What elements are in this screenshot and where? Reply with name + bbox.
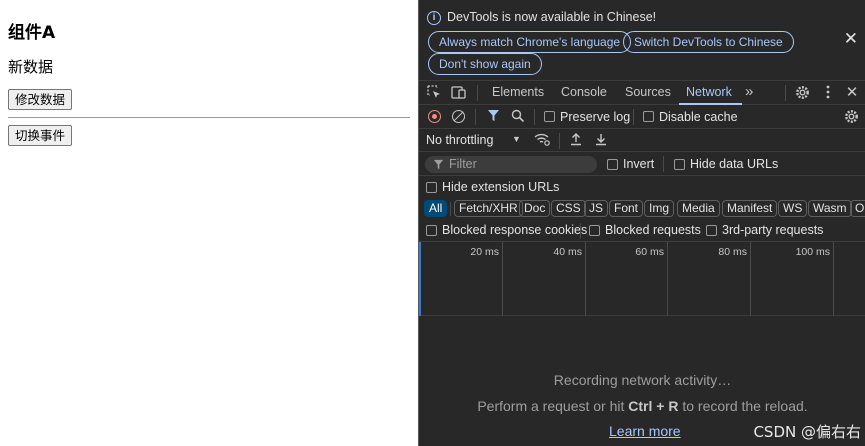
tab-sources[interactable]: Sources (625, 85, 671, 99)
timeline-label: 80 ms (718, 246, 747, 258)
record-icon[interactable] (428, 110, 441, 123)
learn-more-link[interactable]: Learn more (609, 423, 681, 439)
tab-network[interactable]: Network (686, 85, 732, 99)
wifi-settings-icon[interactable] (534, 132, 550, 148)
type-chip-fetch-xhr[interactable]: Fetch/XHR (454, 200, 523, 217)
third-party-requests-label: 3rd-party requests (722, 223, 824, 237)
preserve-log-label: Preserve log (560, 110, 631, 124)
reload-hint-prefix: Perform a request or hit (477, 398, 629, 414)
always-match-language-button[interactable]: Always match Chrome's language (428, 31, 632, 53)
type-chip-font[interactable]: Font (609, 200, 644, 217)
message-text: 新数据 (8, 58, 54, 76)
info-icon: i (427, 11, 441, 25)
language-infobar: i DevTools is now available in Chinese! … (419, 0, 865, 80)
network-overview-timeline[interactable]: 20 ms 40 ms 60 ms 80 ms 100 ms (419, 242, 865, 316)
timeline-gridline (750, 242, 751, 316)
timeline-start-marker[interactable] (419, 242, 421, 316)
clear-icon[interactable] (452, 110, 465, 123)
network-settings-gear-icon[interactable] (843, 109, 859, 125)
timeline-label: 40 ms (553, 246, 582, 258)
filter-row: Filter Invert Hide data URLs (419, 152, 865, 176)
switch-to-chinese-button[interactable]: Switch DevTools to Chinese (623, 31, 794, 53)
filter-placeholder: Filter (449, 157, 477, 171)
toolbar-separator (559, 133, 560, 149)
throttling-toolbar: No throttling ▼ (419, 129, 865, 152)
close-devtools-icon[interactable]: ✕ (844, 85, 860, 101)
disable-cache-checkbox[interactable] (643, 111, 654, 122)
invert-checkbox[interactable] (607, 159, 618, 170)
import-har-icon[interactable] (568, 132, 584, 148)
toolbar-separator (475, 109, 476, 125)
toolbar-separator (785, 85, 786, 101)
preserve-log-checkbox[interactable] (544, 111, 555, 122)
filter-funnel-small-icon (432, 157, 444, 170)
extension-row: Hide extension URLs (419, 176, 865, 198)
infobar-message: DevTools is now available in Chinese! (447, 10, 657, 24)
type-chip-manifest[interactable]: Manifest (722, 200, 778, 217)
toolbar-separator (663, 156, 664, 172)
blocked-requests-checkbox[interactable] (589, 225, 600, 236)
hide-extension-urls-label: Hide extension URLs (442, 180, 560, 194)
divider (8, 117, 410, 118)
recording-status: Recording network activity… (553, 372, 732, 388)
toolbar-separator (580, 223, 581, 239)
type-chip-ws[interactable]: WS (778, 200, 808, 217)
timeline-gridline (585, 242, 586, 316)
tab-console[interactable]: Console (561, 85, 607, 99)
kebab-menu-icon[interactable] (820, 85, 836, 101)
device-toolbar-icon[interactable] (451, 85, 467, 101)
tab-elements[interactable]: Elements (492, 85, 544, 99)
timeline-label: 60 ms (635, 246, 664, 258)
blocked-requests-label: Blocked requests (605, 223, 701, 237)
resource-type-filters: All Fetch/XHR Doc CSS JS Font Img Media … (419, 198, 865, 220)
gear-icon[interactable] (794, 85, 810, 101)
blocked-filters-row: Blocked response cookies Blocked request… (419, 220, 865, 242)
modify-data-button[interactable]: 修改数据 (8, 89, 73, 110)
third-party-requests-checkbox[interactable] (706, 225, 717, 236)
type-chip-doc[interactable]: Doc (519, 200, 551, 217)
type-chip-other[interactable]: O (850, 200, 865, 217)
type-chip-css[interactable]: CSS (551, 200, 586, 217)
web-page: 组件A 新数据 修改数据 切换事件 (0, 0, 418, 446)
reload-hint: Perform a request or hit Ctrl + R to rec… (419, 398, 865, 414)
toolbar-separator (534, 109, 535, 125)
reload-shortcut: Ctrl + R (628, 398, 679, 414)
blocked-response-cookies-checkbox[interactable] (426, 225, 437, 236)
timeline-label: 20 ms (470, 246, 499, 258)
network-toolbar: Preserve log Disable cache (419, 105, 865, 129)
type-chip-js[interactable]: JS (584, 200, 609, 217)
component-heading: 组件A (8, 23, 56, 43)
more-tabs-icon[interactable]: » (745, 83, 753, 100)
export-har-icon[interactable] (593, 132, 609, 148)
type-chip-all[interactable]: All (424, 200, 448, 217)
filter-funnel-icon[interactable] (485, 109, 501, 125)
hide-data-urls-label: Hide data URLs (690, 157, 779, 171)
dont-show-again-button[interactable]: Don't show again (428, 53, 542, 75)
switch-event-button[interactable]: 切换事件 (8, 125, 73, 146)
blocked-response-cookies-label: Blocked response cookies (442, 223, 588, 237)
timeline-gridline (667, 242, 668, 316)
timeline-label: 100 ms (795, 246, 830, 258)
toolbar-separator (633, 109, 634, 125)
type-chip-wasm[interactable]: Wasm (808, 200, 852, 217)
invert-label: Invert (623, 157, 655, 171)
hide-data-urls-checkbox[interactable] (674, 159, 685, 170)
devtools-tab-bar: Elements Console Sources Network » ✕ (419, 80, 865, 105)
toolbar-separator (477, 85, 478, 101)
type-chip-img[interactable]: Img (644, 200, 675, 217)
timeline-gridline (502, 242, 503, 316)
chevron-down-icon[interactable]: ▼ (512, 134, 521, 144)
hide-extension-urls-checkbox[interactable] (426, 182, 437, 193)
type-chip-media[interactable]: Media (677, 200, 720, 217)
csdn-watermark: CSDN @偏右右 (753, 423, 861, 441)
close-icon[interactable]: ✕ (844, 29, 858, 49)
toolbar-separator (450, 202, 451, 216)
reload-hint-suffix: to record the reload. (678, 398, 808, 414)
throttling-select[interactable]: No throttling (426, 133, 493, 147)
devtools-panel: i DevTools is now available in Chinese! … (418, 0, 865, 446)
disable-cache-label: Disable cache (659, 110, 738, 124)
inspect-element-icon[interactable] (426, 85, 442, 101)
search-icon[interactable] (510, 109, 526, 125)
timeline-gridline (833, 242, 834, 316)
